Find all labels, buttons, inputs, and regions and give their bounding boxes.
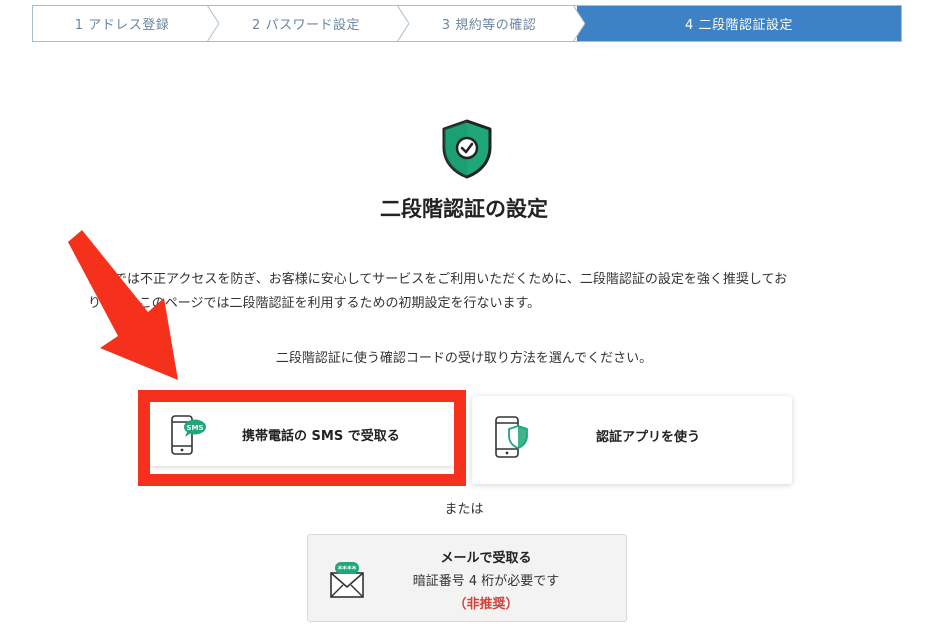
mail-option-title: メールで受取る — [440, 551, 532, 566]
step-label: 1 アドレス登録 — [74, 18, 170, 33]
progress-stepper: 1 アドレス登録 2 パスワード設定 3 規約等の確認 4 二段階認証設定 — [32, 5, 902, 42]
step-label: 3 規約等の確認 — [441, 18, 537, 33]
step-two-factor-setting: 4 二段階認証設定 — [577, 6, 901, 41]
description-line: ります。このページでは二段階認証を利用するための初期設定を行ないます。 — [88, 296, 541, 311]
step-label: 4 二段階認証設定 — [685, 18, 793, 33]
auth-app-option-label: 認証アプリを使う — [596, 430, 701, 445]
step-chevron-icon — [397, 5, 409, 42]
step-password-setting: 2 パスワード設定 — [211, 5, 409, 42]
phone-sms-icon: SMS — [171, 415, 206, 455]
svg-text:SMS: SMS — [186, 424, 203, 432]
not-recommended-note: （非推奨） — [453, 597, 519, 612]
step-chevron-icon — [573, 5, 585, 42]
sms-option-label: 携帯電話の SMS で受取る — [242, 429, 400, 444]
description-line: 当社では不正アクセスを防ぎ、お客様に安心してサービスをご利用いただくために、二段… — [88, 272, 788, 287]
auth-app-option-button[interactable]: 認証アプリを使う — [472, 396, 792, 484]
mail-option-button[interactable]: **** メールで受取る 暗証番号 4 桁が必要です （非推奨） — [307, 534, 627, 622]
description-text: 当社では不正アクセスを防ぎ、お客様に安心してサービスをご利用いただくために、二段… — [88, 268, 848, 316]
or-separator: または — [444, 502, 484, 517]
step-label: 2 パスワード設定 — [252, 18, 360, 33]
step-address-registration: 1 アドレス登録 — [33, 5, 219, 42]
mail-option-subtitle: 暗証番号 4 桁が必要です — [412, 574, 560, 589]
step-chevron-icon — [207, 5, 219, 42]
phone-shield-icon — [495, 416, 528, 458]
shield-check-icon — [442, 119, 492, 179]
page-title: 二段階認証の設定 — [380, 197, 548, 221]
sms-option-button[interactable]: SMS 携帯電話の SMS で受取る — [150, 402, 454, 466]
step-terms-confirmation: 3 規約等の確認 — [401, 5, 585, 42]
method-instruction: 二段階認証に使う確認コードの受け取り方法を選んでください。 — [275, 351, 653, 366]
two-factor-setup-page: 1 アドレス登録 2 パスワード設定 3 規約等の確認 4 二段階認証設定 二段… — [0, 0, 928, 636]
